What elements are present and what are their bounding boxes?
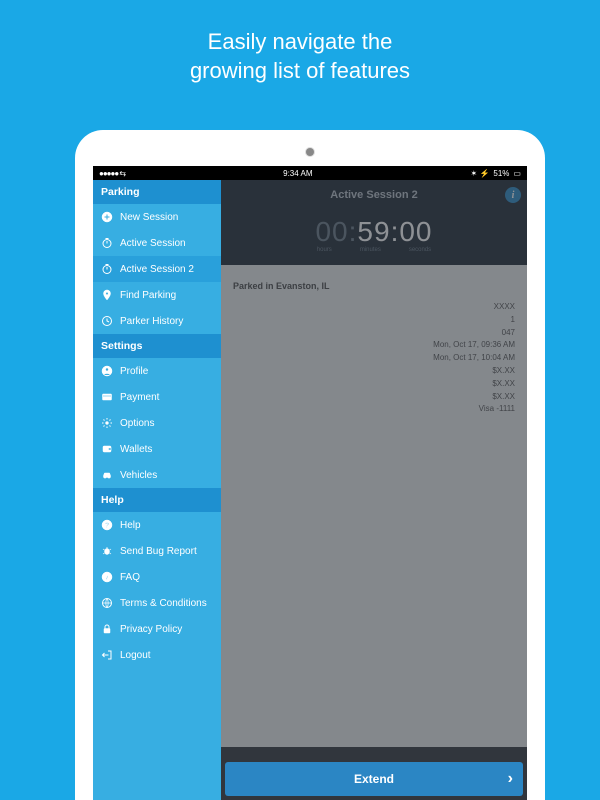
history-icon <box>101 315 113 327</box>
extend-label: Extend <box>354 772 394 786</box>
logout-icon <box>101 649 113 661</box>
sidebar-item-wallets[interactable]: Wallets <box>93 436 221 462</box>
user-icon <box>101 365 113 377</box>
question-icon: ? <box>101 519 113 531</box>
sidebar-item-label: Terms & Conditions <box>120 598 207 609</box>
sidebar-item-payment[interactable]: Payment <box>93 384 221 410</box>
extend-button[interactable]: Extend › <box>225 762 523 796</box>
sidebar-item-send-bug[interactable]: Send Bug Report <box>93 538 221 564</box>
sidebar-item-label: Profile <box>120 366 148 377</box>
sidebar: Parking New Session Active Session Activ… <box>93 180 221 800</box>
page-title: Active Session 2 <box>330 189 417 201</box>
svg-text:i: i <box>106 575 108 582</box>
status-bar: ●●●●● ⇆ 9:34 AM ✶ ⚡ 51% ▭ <box>93 166 527 180</box>
sidebar-item-parker-history[interactable]: Parker History <box>93 308 221 334</box>
timer-panel: 00:59:00 hours minutes seconds <box>221 210 527 265</box>
sidebar-item-active-session-2[interactable]: Active Session 2 <box>93 256 221 282</box>
chevron-right-icon: › <box>508 770 513 788</box>
main-panel: Active Session 2 i 00:59:00 hours minute… <box>221 180 527 800</box>
svg-text:?: ? <box>105 523 109 530</box>
sidebar-item-label: New Session <box>120 212 178 223</box>
sidebar-item-label: Active Session <box>120 238 186 249</box>
timer-labels: hours minutes seconds <box>221 247 527 253</box>
signal-icon: ●●●●● ⇆ <box>99 169 125 178</box>
status-time: 9:34 AM <box>283 169 312 178</box>
timer-icon <box>101 237 113 249</box>
sidebar-item-label: Find Parking <box>120 290 176 301</box>
plus-circle-icon <box>101 211 113 223</box>
session-details: Parked in Evanston, IL XXXX 1 047 Mon, O… <box>221 265 527 747</box>
marketing-headline: Easily navigate the growing list of feat… <box>0 0 600 105</box>
parked-location: Parked in Evanston, IL <box>233 281 515 291</box>
section-header-help: Help <box>93 488 221 512</box>
sidebar-item-label: Send Bug Report <box>120 546 197 557</box>
sidebar-item-profile[interactable]: Profile <box>93 358 221 384</box>
device-camera <box>306 148 314 156</box>
sidebar-item-options[interactable]: Options <box>93 410 221 436</box>
card-icon <box>101 391 113 403</box>
section-header-settings: Settings <box>93 334 221 358</box>
details-list: XXXX 1 047 Mon, Oct 17, 09:36 AM Mon, Oc… <box>233 301 515 416</box>
sidebar-item-label: Payment <box>120 392 159 403</box>
sidebar-item-find-parking[interactable]: Find Parking <box>93 282 221 308</box>
sidebar-item-label: FAQ <box>120 572 140 583</box>
sidebar-item-label: Privacy Policy <box>120 624 182 635</box>
globe-icon <box>101 597 113 609</box>
section-header-parking: Parking <box>93 180 221 204</box>
lock-icon <box>101 623 113 635</box>
sidebar-item-terms[interactable]: Terms & Conditions <box>93 590 221 616</box>
gear-icon <box>101 417 113 429</box>
sidebar-item-active-session[interactable]: Active Session <box>93 230 221 256</box>
map-pin-icon <box>101 289 113 301</box>
device-screen: ●●●●● ⇆ 9:34 AM ✶ ⚡ 51% ▭ Parking New Se… <box>93 166 527 800</box>
status-right: ✶ ⚡ 51% ▭ <box>471 169 521 178</box>
battery-label: 51% <box>493 169 509 178</box>
device-frame: ●●●●● ⇆ 9:34 AM ✶ ⚡ 51% ▭ Parking New Se… <box>75 130 545 800</box>
sidebar-item-logout[interactable]: Logout <box>93 642 221 668</box>
wallet-icon <box>101 443 113 455</box>
top-bar: Active Session 2 i <box>221 180 527 210</box>
info-button[interactable]: i <box>505 187 521 203</box>
sidebar-item-label: Wallets <box>120 444 152 455</box>
sidebar-item-label: Parker History <box>120 316 183 327</box>
car-icon <box>101 469 113 481</box>
sidebar-item-label: Options <box>120 418 154 429</box>
sidebar-item-vehicles[interactable]: Vehicles <box>93 462 221 488</box>
sidebar-item-help[interactable]: ? Help <box>93 512 221 538</box>
bug-icon <box>101 545 113 557</box>
sidebar-item-privacy[interactable]: Privacy Policy <box>93 616 221 642</box>
bluetooth-icon: ✶ ⚡ <box>471 169 490 178</box>
info-icon: i <box>101 571 113 583</box>
sidebar-item-label: Help <box>120 520 141 531</box>
countdown-timer: 00:59:00 <box>221 216 527 248</box>
battery-icon: ▭ <box>513 169 521 178</box>
sidebar-item-faq[interactable]: i FAQ <box>93 564 221 590</box>
sidebar-item-label: Active Session 2 <box>120 264 194 275</box>
sidebar-item-label: Vehicles <box>120 470 157 481</box>
sidebar-item-label: Logout <box>120 650 151 661</box>
sidebar-item-new-session[interactable]: New Session <box>93 204 221 230</box>
timer-icon <box>101 263 113 275</box>
